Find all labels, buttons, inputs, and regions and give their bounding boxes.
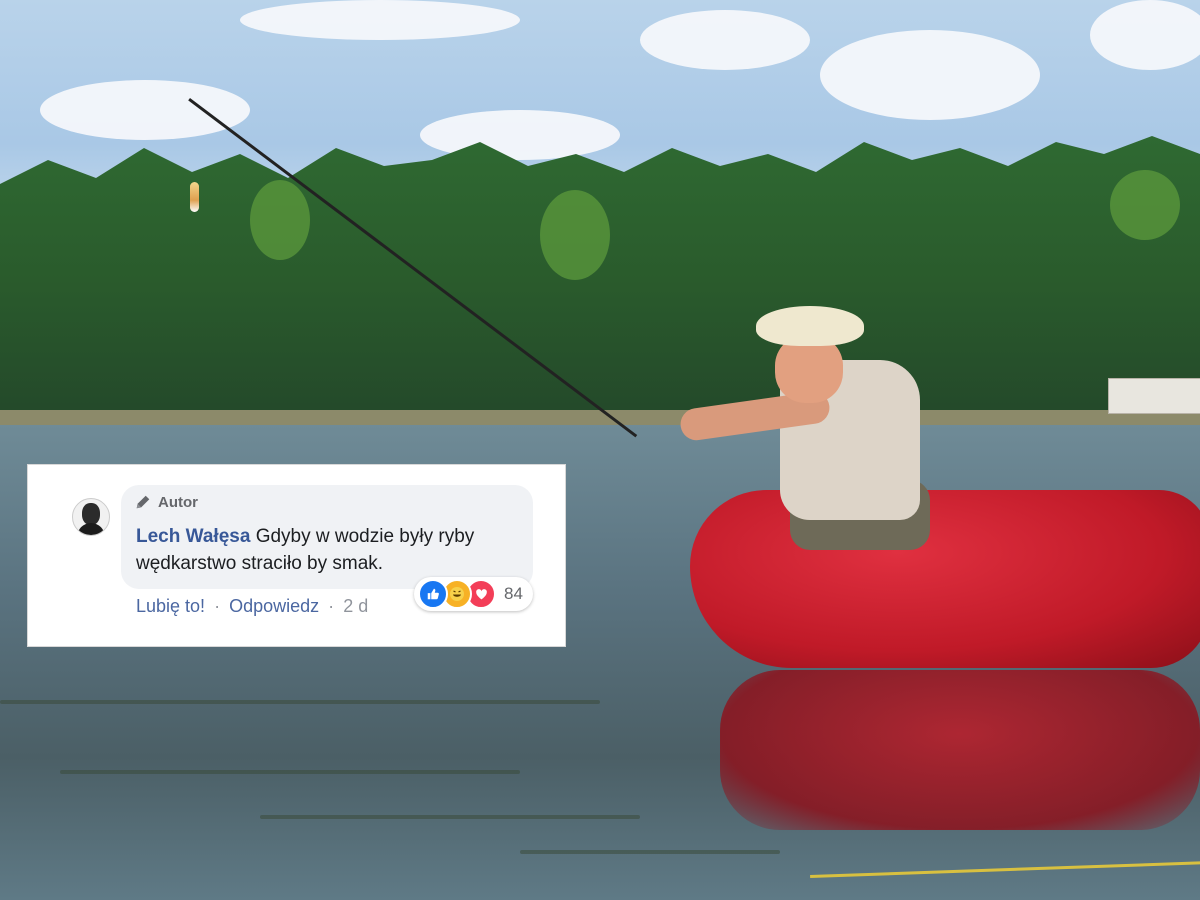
like-link[interactable]: Lubię to! <box>136 596 205 616</box>
lake-photo <box>0 0 1200 900</box>
reply-link[interactable]: Odpowiedz <box>229 596 319 616</box>
forest <box>0 136 1200 430</box>
timestamp[interactable]: 2 d <box>343 596 368 616</box>
comment-card: Autor Lech Wałęsa Gdyby w wodzie były ry… <box>28 465 565 646</box>
separator: · <box>328 596 335 616</box>
avatar[interactable] <box>72 498 110 536</box>
boathouse <box>1108 378 1200 414</box>
man-hat <box>756 306 864 346</box>
comment-bubble: Autor Lech Wałęsa Gdyby w wodzie były ry… <box>121 485 533 589</box>
separator: · <box>214 596 221 616</box>
author-badge-label: Autor <box>158 493 198 511</box>
comment-text-block: Lech Wałęsa Gdyby w wodzie były ryby węd… <box>136 523 516 577</box>
reactions-summary[interactable]: 84 <box>414 577 533 611</box>
reaction-count: 84 <box>504 584 523 603</box>
inflatable-boat <box>690 490 1200 668</box>
fishing-float <box>190 182 199 212</box>
author-badge: Autor <box>134 493 198 511</box>
boat-reflection <box>720 670 1200 830</box>
comment-actions: Lubię to! · Odpowiedz · 2 d <box>136 596 368 617</box>
pencil-icon <box>136 495 150 509</box>
comment-author-link[interactable]: Lech Wałęsa <box>136 526 250 547</box>
like-icon <box>418 579 448 609</box>
